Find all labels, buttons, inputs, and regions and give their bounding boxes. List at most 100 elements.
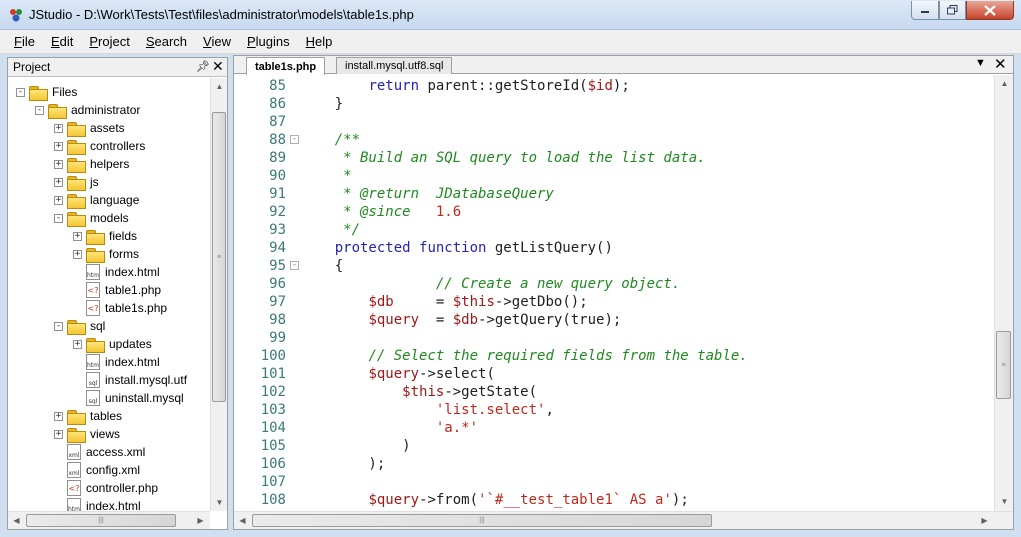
tree-folder-item[interactable]: - administrator <box>35 101 140 119</box>
collapse-icon[interactable]: - <box>16 87 25 97</box>
expand-icon[interactable]: + <box>54 429 63 439</box>
menu-file[interactable]: File <box>14 34 35 49</box>
tree-file-item[interactable]: sql install.mysql.utf <box>73 371 187 389</box>
tree-folder-item[interactable]: + updates <box>73 335 152 353</box>
tab-table1s[interactable]: table1s.php <box>246 57 326 75</box>
code-line: /** <box>301 131 360 149</box>
code-line: ); <box>301 455 385 473</box>
tree-folder-item[interactable]: + fields <box>73 227 137 245</box>
line-number-gutter: 85 86 87 88-89 90 91 92 93 94 95-96 97 98 99 100 101 10… <box>234 75 299 512</box>
editor-horizontal-scrollbar[interactable]: ◀ ||| ▶ <box>234 511 1013 529</box>
code-token: $db <box>452 312 479 328</box>
code-line: // Create a new query object. <box>301 275 680 293</box>
menu-plugins[interactable]: Plugins <box>247 34 290 49</box>
project-panel-title: Project <box>13 60 51 74</box>
menu-help[interactable]: Help <box>306 34 333 49</box>
expand-icon[interactable]: + <box>73 231 82 241</box>
tab-install-sql[interactable]: install.mysql.utf8.sql <box>336 57 453 74</box>
tree-folder-item[interactable]: - Files <box>16 83 77 101</box>
close-panel-icon[interactable]: ✕ <box>212 58 224 75</box>
tree-file-item[interactable]: xml access.xml <box>54 443 145 461</box>
tree-folder-item[interactable]: + tables <box>54 407 122 425</box>
code-line: $query = $db->getQuery(true); <box>301 311 621 329</box>
tree-vertical-scrollbar[interactable]: ▲ ≡ ▼ <box>210 78 227 511</box>
h-scroll-thumb[interactable]: ||| <box>26 514 176 527</box>
line-number: 86 <box>269 96 286 112</box>
expand-icon[interactable]: + <box>54 141 63 151</box>
scroll-up-arrow-icon[interactable]: ▲ <box>211 78 228 95</box>
tab-list-dropdown-icon[interactable]: ▼︎ <box>975 57 986 69</box>
tree-folder-item[interactable]: + language <box>54 191 139 209</box>
editor-h-scroll-thumb[interactable]: ||| <box>252 514 712 527</box>
maximize-button[interactable] <box>939 1 966 20</box>
code-token: ); <box>612 78 630 94</box>
scroll-left-arrow-icon[interactable]: ◀ <box>8 512 25 529</box>
close-tab-icon[interactable]: ✕ <box>994 55 1007 73</box>
code-token: * <box>301 168 352 184</box>
tree-folder-item[interactable]: + js <box>54 173 99 191</box>
folder-icon <box>67 175 86 191</box>
expand-icon[interactable]: + <box>54 159 63 169</box>
expand-icon[interactable]: + <box>54 177 63 187</box>
collapse-icon[interactable]: - <box>54 321 63 331</box>
tree-folder-item[interactable]: + controllers <box>54 137 145 155</box>
code-line: * @since 1.6 <box>301 203 461 221</box>
scroll-up-arrow-icon[interactable]: ▲ <box>996 75 1013 92</box>
tree-folder-item[interactable]: + views <box>54 425 120 443</box>
tree-item-label: config.xml <box>86 463 141 477</box>
tree-file-item[interactable]: <? table1.php <box>73 281 161 299</box>
expand-icon[interactable]: + <box>54 411 63 421</box>
tree-file-item[interactable]: htm index.html <box>73 353 160 371</box>
folder-icon <box>67 121 86 137</box>
collapse-icon[interactable]: - <box>35 105 44 115</box>
menu-project[interactable]: Project <box>89 34 129 49</box>
line-number: 102 <box>260 384 286 400</box>
folder-icon <box>67 409 86 425</box>
code-token: ->getState( <box>444 384 538 400</box>
code-token: 1.6 <box>435 204 462 220</box>
scroll-right-arrow-icon[interactable]: ▶ <box>192 512 209 529</box>
code-line: $query->select( <box>301 365 494 383</box>
code-token: = <box>419 312 453 328</box>
sql-file-icon: sql <box>86 390 100 406</box>
tree-item-label: administrator <box>71 103 141 117</box>
tree-folder-item[interactable]: - sql <box>54 317 105 335</box>
minimize-button[interactable] <box>911 1 939 20</box>
line-number: 99 <box>269 330 286 346</box>
pin-icon[interactable]: 📌︎ <box>196 60 210 73</box>
scroll-down-arrow-icon[interactable]: ▼ <box>996 493 1013 510</box>
menu-view[interactable]: View <box>203 34 231 49</box>
menu-search[interactable]: Search <box>146 34 187 49</box>
tree-file-item[interactable]: xml config.xml <box>54 461 140 479</box>
scroll-left-arrow-icon[interactable]: ◀ <box>234 512 251 529</box>
scroll-right-arrow-icon[interactable]: ▶ <box>976 512 993 529</box>
tree-file-item[interactable]: sql uninstall.mysql <box>73 389 184 407</box>
code-area[interactable]: return parent::getStoreId($id); } /** * … <box>294 75 994 512</box>
menu-edit[interactable]: Edit <box>51 34 73 49</box>
scroll-down-arrow-icon[interactable]: ▼ <box>211 494 228 511</box>
editor-vertical-scrollbar[interactable]: ▲ ≡ ▼ <box>994 75 1013 512</box>
tree-item-label: access.xml <box>86 445 146 459</box>
collapse-icon[interactable]: - <box>54 213 63 223</box>
editor-scroll-thumb[interactable]: ≡ <box>996 331 1011 399</box>
tree-file-item[interactable]: htm index.html <box>54 497 141 511</box>
tree-folder-item[interactable]: + helpers <box>54 155 129 173</box>
close-window-button[interactable] <box>966 1 1014 20</box>
expand-icon[interactable]: + <box>73 339 82 349</box>
tree-folder-item[interactable]: + assets <box>54 119 125 137</box>
tree-folder-item[interactable]: + forms <box>73 245 139 263</box>
tree-horizontal-scrollbar[interactable]: ◀ ||| ▶ <box>8 511 210 529</box>
expand-icon[interactable]: + <box>54 123 63 133</box>
expand-icon[interactable]: + <box>54 195 63 205</box>
expand-icon[interactable]: + <box>73 249 82 259</box>
tree-folder-item[interactable]: - models <box>54 209 129 227</box>
scroll-thumb[interactable]: ≡ <box>212 112 226 402</box>
tree-file-item[interactable]: <? table1s.php <box>73 299 167 317</box>
code-token: '`#__test_table1` AS a' <box>478 492 672 508</box>
code-token: ); <box>301 456 386 472</box>
tree-file-item[interactable]: htm index.html <box>73 263 160 281</box>
tree-file-item[interactable]: <? controller.php <box>54 479 158 497</box>
